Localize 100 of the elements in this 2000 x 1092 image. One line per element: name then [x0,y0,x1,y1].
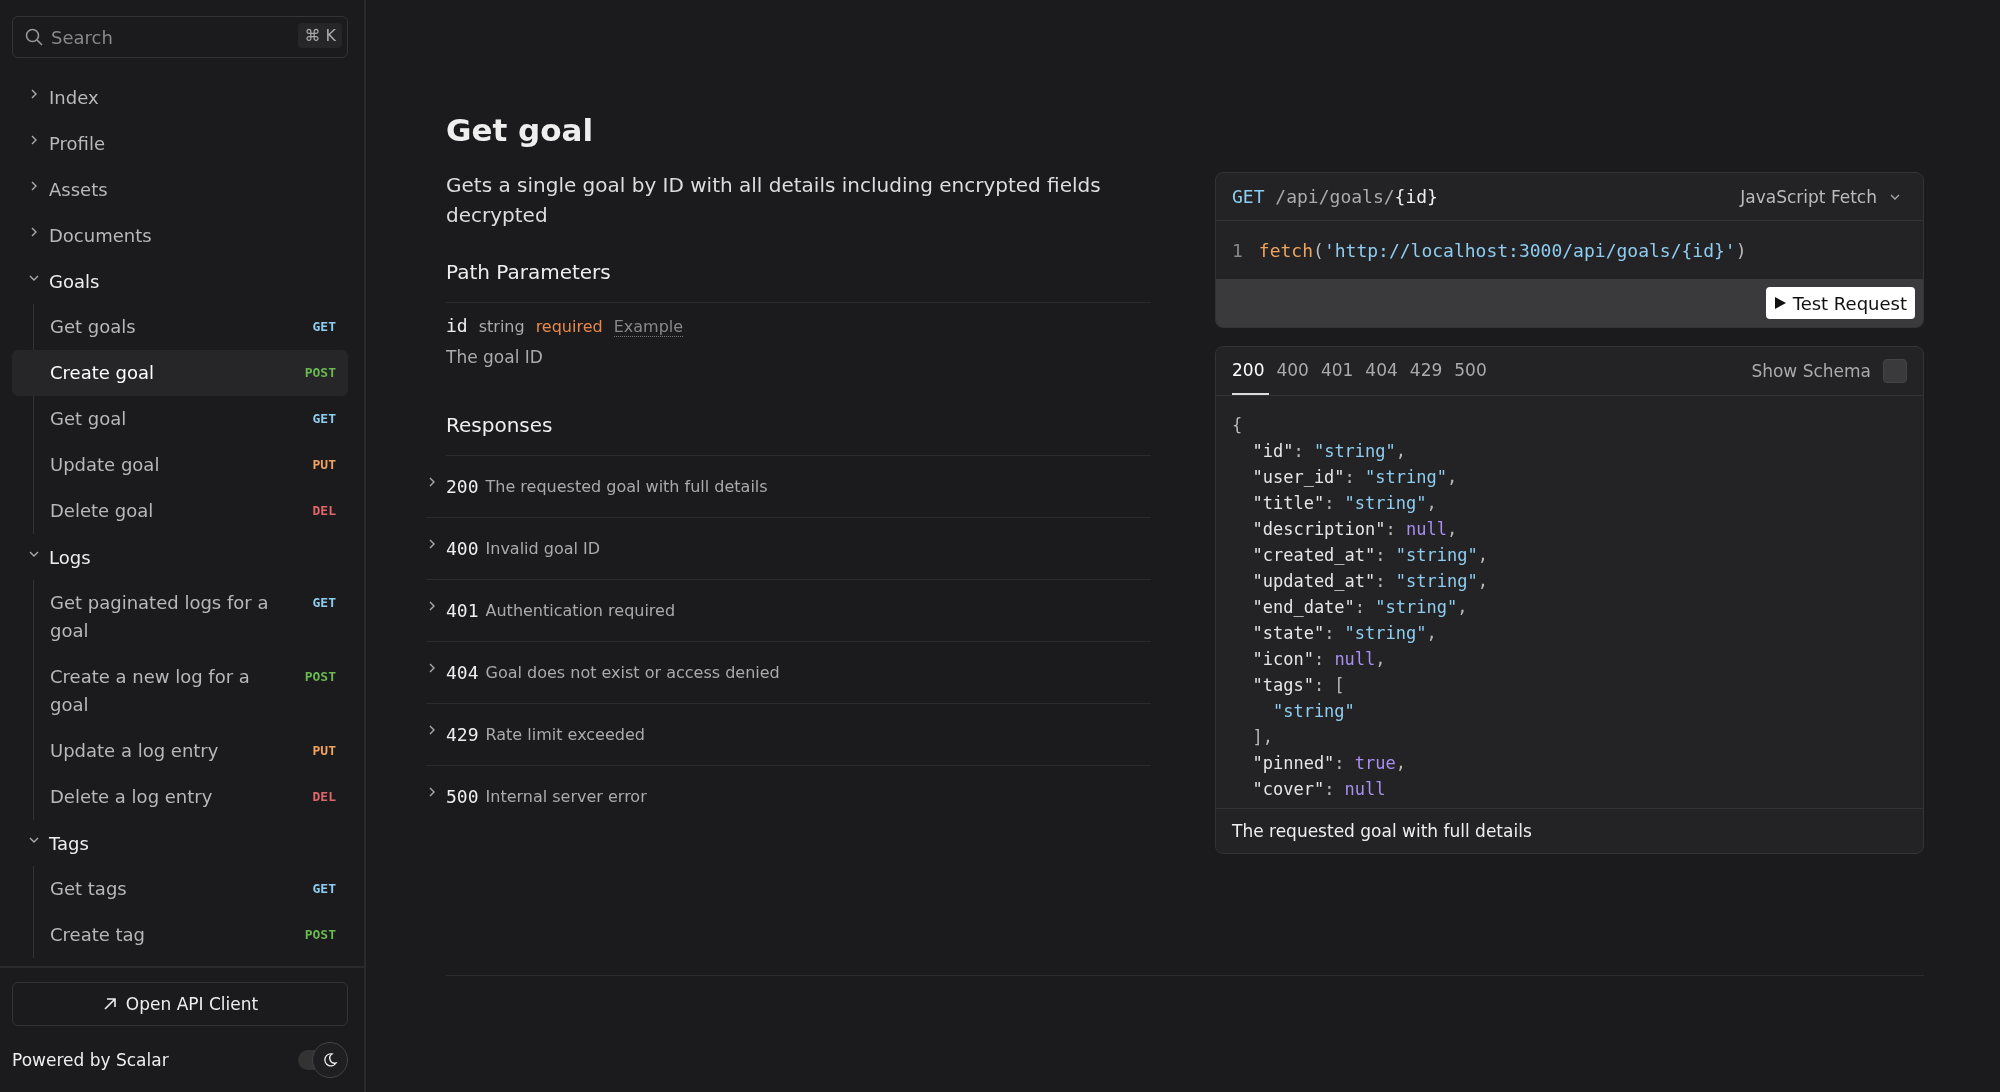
method-tag: PUT [312,451,336,479]
method-tag: DEL [312,783,336,811]
item-label: Delete a log entry [50,785,213,809]
code-line: "string" [1271,700,1355,723]
response-description: Internal server error [485,787,647,806]
code-line: "end_date": "string", [1251,596,1468,619]
item-label: Update goal [50,453,160,477]
code-line: "cover": null [1251,778,1386,801]
code-line: "updated_at": "string", [1251,570,1488,593]
sidebar-group[interactable]: Index [12,74,364,120]
status-tab[interactable]: 400 [1271,347,1314,395]
code-line: "description": null, [1251,518,1458,541]
method-tag: POST [304,921,336,949]
sidebar-item[interactable]: Update goal PUT [12,442,348,488]
sidebar-item[interactable]: Delete goal DEL [12,488,348,534]
response-row[interactable]: 429 Rate limit exceeded [426,704,1151,766]
sidebar-item[interactable]: Get tags GET [12,866,348,912]
code-line: "user_id": "string", [1251,466,1458,489]
method-tag: GET [312,405,336,433]
response-description: The requested goal with full details [485,477,768,496]
status-code: 400 [446,538,479,559]
section-heading: Path Parameters [446,260,612,284]
method-tag: POST [304,663,336,691]
example-link[interactable]: Example [613,317,684,337]
search-icon [24,27,44,47]
item-label: Update a log entry [50,739,219,763]
dark-mode-toggle[interactable] [298,1042,348,1078]
response-row[interactable]: 200 The requested goal with full details [426,456,1151,518]
status-tab[interactable]: 429 [1404,347,1448,395]
code-line: "title": "string", [1251,492,1437,515]
response-description: The requested goal with full details [1216,808,1923,853]
param-description: The goal ID [446,347,544,367]
response-row[interactable]: 400 Invalid goal ID [426,518,1151,580]
sidebar-group[interactable]: Goals [12,258,364,304]
status-tab[interactable]: 200 [1232,347,1270,395]
method-tag: GET [312,589,336,617]
moon-icon [322,1052,338,1068]
item-label: Get tags [50,877,127,901]
section-heading: Responses [446,413,554,437]
sidebar-group[interactable]: Documents [12,212,364,258]
method-tag: DEL [312,497,336,525]
sidebar-item[interactable]: Create a new log for a goal POST [12,654,348,728]
param-type: string [478,317,525,336]
sidebar-group[interactable]: Assets [12,166,364,212]
powered-by-text: Powered by Scalar [12,1050,169,1070]
method-tag: GET [312,313,336,341]
method-tag: PUT [312,737,336,765]
response-row[interactable]: 500 Internal server error [426,766,1151,827]
code-line: "created_at": "string", [1251,544,1488,567]
code-line: { [1232,414,1243,437]
status-tab[interactable]: 401 [1315,347,1359,395]
status-code: 200 [446,476,479,497]
item-label: Delete goal [50,499,154,523]
code-line: fetch('http://localhost:3000/api/goals/{id}') [1258,239,1747,261]
response-description: Authentication required [485,601,676,620]
response-row[interactable]: 404 Goal does not exist or access denied [426,642,1151,704]
item-label: Create tag [50,923,146,947]
status-tab[interactable]: 500 [1449,347,1492,395]
sidebar-group[interactable]: Logs [12,534,364,580]
response-row[interactable]: 401 Authentication required [426,580,1151,642]
code-line: "state": "string", [1251,622,1437,645]
required-label: required [535,317,603,336]
sidebar-group[interactable]: Tags [12,820,364,866]
sidebar-item[interactable]: Get goals GET [12,304,348,350]
item-label: Get goal [50,407,127,431]
code-line: ], [1251,726,1273,749]
item-label: Get goals [50,315,136,339]
sidebar-item[interactable]: Get goal GET [12,396,348,442]
sidebar-item[interactable]: Create goal POST [12,350,348,396]
sidebar-item[interactable]: Create tag POST [12,912,348,958]
sidebar-item[interactable]: Get paginated logs for a goal GET [12,580,348,654]
sidebar-item[interactable]: Delete a log entry DEL [12,774,348,820]
code-line: "pinned": true, [1251,752,1407,775]
response-description: Goal does not exist or access denied [485,663,780,682]
endpoint-path: GET /api/goals/{id} [1232,186,1438,207]
item-label: Create goal [50,361,154,385]
item-label: Create a new log for a goal [50,665,251,717]
show-schema-checkbox[interactable] [1883,359,1907,383]
test-request-button[interactable]: Test Request [1765,287,1915,319]
code-line: "icon": null, [1251,648,1386,671]
status-tab[interactable]: 404 [1360,347,1403,395]
code-line: "id": "string", [1251,440,1407,463]
status-code: 401 [446,600,479,621]
language-dropdown[interactable]: JavaScript Fetch [1740,186,1901,207]
status-code: 500 [446,786,479,807]
open-api-client-button[interactable]: Open API Client [12,982,348,1026]
status-code: 404 [446,662,479,683]
shortcut-hint: ⌘ K [298,23,342,48]
endpoint-title: Get goal [446,112,595,148]
method-tag: POST [304,359,336,387]
response-description: Invalid goal ID [485,539,601,558]
sidebar-item[interactable]: Update a log entry PUT [12,728,348,774]
endpoint-description: Gets a single goal by ID with all details including encrypted fields decrypted [446,172,1102,229]
response-description: Rate limit exceeded [485,725,645,744]
item-label: Get paginated logs for a goal [50,591,270,643]
play-icon [1773,296,1787,310]
line-number: 1 [1232,239,1243,261]
sidebar-group[interactable]: Profile [12,120,364,166]
method-tag: GET [312,875,336,903]
show-schema-label: Show Schema [1751,361,1871,381]
